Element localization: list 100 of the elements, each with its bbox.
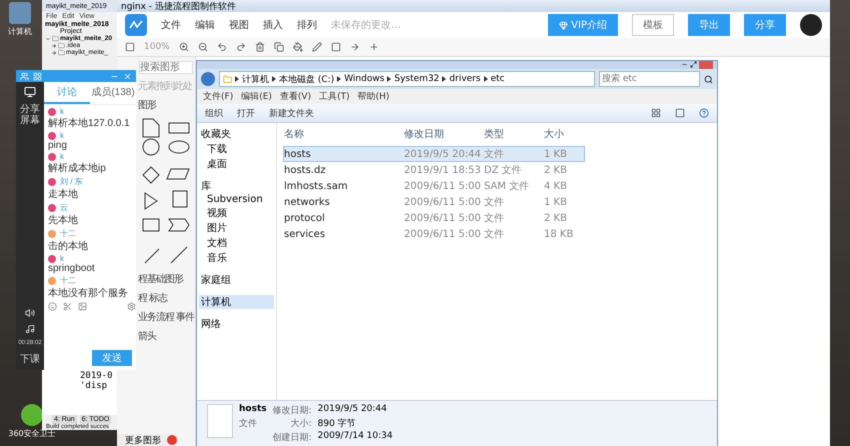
chevron-icon <box>337 76 342 82</box>
sender-name: 刘 / 东 <box>60 176 83 187</box>
table-cell-text: 2 KB <box>544 212 568 225</box>
square-icon <box>330 42 341 52</box>
file-row[interactable]: services 2009/6/11 5:00 文件 18 KB <box>283 226 585 242</box>
breadcrumb[interactable]: etc <box>490 74 505 84</box>
section-header[interactable]: 业务流程 事件 <box>138 310 194 324</box>
avatar-icon[interactable] <box>800 14 822 36</box>
breadcrumb[interactable]: 本地磁盘 (C:) <box>279 72 334 86</box>
menu-item[interactable]: 帮助(H) <box>358 90 390 103</box>
settings-icon <box>127 302 136 311</box>
console-line: 2019-0 <box>80 371 114 381</box>
table-cell-text: protocol <box>284 212 326 225</box>
menu-item[interactable]: 查看(V) <box>280 90 312 103</box>
zoom-in-icon <box>178 42 189 52</box>
toolbar-button[interactable]: 组织 <box>205 106 223 120</box>
menu-item[interactable]: 视图 <box>229 18 249 32</box>
file-row[interactable]: networks 2009/6/11 5:00 文件 1 KB <box>283 194 585 210</box>
page-icon <box>125 42 135 52</box>
chat-tab[interactable]: 成员(138) <box>90 82 136 104</box>
nav-item[interactable]: 视频 <box>199 206 274 220</box>
nav-item[interactable]: 下载 <box>199 142 274 156</box>
message-text: 本地没有那个服务 <box>48 288 128 299</box>
toolbar-button[interactable]: 打开 <box>237 106 255 120</box>
music-icon <box>25 324 35 334</box>
breadcrumb[interactable]: System32 <box>394 74 440 84</box>
message-text: ping <box>48 140 67 151</box>
menu-item[interactable]: 工具(T) <box>319 90 350 103</box>
nav-item[interactable]: 桌面 <box>199 157 274 171</box>
nav-item[interactable]: Subversion <box>199 194 274 205</box>
detail-value: 890 字节 <box>318 418 357 431</box>
chevron-icon[interactable] <box>51 42 57 48</box>
nav-item[interactable]: 文档 <box>199 236 274 250</box>
close-icon <box>123 72 132 80</box>
message-text: 走本地 <box>48 189 78 200</box>
detail-value: 2019/9/5 20:44 <box>318 404 388 416</box>
table-cell-text: 2009/6/11 5:00 <box>404 228 482 241</box>
desktop-icon-label[interactable]: 360安全卫士 <box>8 428 56 439</box>
column-header[interactable]: 名称 <box>284 127 404 141</box>
nav-item[interactable]: 音乐 <box>199 251 274 265</box>
speaker-icon <box>25 308 35 318</box>
search-field[interactable]: 搜索 etc <box>599 71 700 87</box>
breadcrumb[interactable]: 计算机 <box>242 72 269 86</box>
column-header[interactable]: 类型 <box>484 127 544 141</box>
chevron-icon <box>484 76 488 82</box>
chevron-icon[interactable] <box>45 36 51 42</box>
table-cell-text: DZ 文件 <box>484 164 523 177</box>
menu-item[interactable]: 插入 <box>263 18 283 32</box>
nav-item[interactable]: 图片 <box>199 221 274 235</box>
table-cell-text: 2009/6/11 5:00 <box>404 180 482 193</box>
toolbar-button[interactable]: 新建文件夹 <box>269 106 314 120</box>
trash-icon <box>254 42 265 52</box>
breadcrumb[interactable]: drivers <box>449 74 481 84</box>
shape-search-field[interactable]: 搜索图形 <box>139 61 193 74</box>
chevron-icon[interactable] <box>51 50 57 56</box>
console-line: 'disp <box>80 381 108 391</box>
back-button[interactable] <box>201 72 215 86</box>
menu-item[interactable]: 文件 <box>161 18 181 32</box>
breadcrumb[interactable]: Windows <box>344 74 384 84</box>
column-header[interactable]: 大小 <box>544 127 584 141</box>
emoji-icon <box>48 302 57 311</box>
nav-item[interactable]: 网络 <box>199 317 274 331</box>
table-cell-text: 文件 <box>484 212 505 225</box>
address-bar[interactable]: 计算机 本地磁盘 (C:) Windows System32 drivers etc <box>219 71 595 87</box>
chevron-icon <box>235 76 239 82</box>
minimize-icon <box>681 61 688 68</box>
table-cell-text: hosts.dz <box>284 164 327 177</box>
file-row[interactable]: hosts.dz 2019/9/1 18:53 DZ 文件 2 KB <box>283 162 585 178</box>
menu-item[interactable]: 编辑(E) <box>241 90 272 103</box>
leave-class-button[interactable]: 下课 <box>20 352 40 366</box>
pen-icon <box>312 42 322 52</box>
column-header[interactable]: 修改日期 <box>404 127 484 141</box>
nav-item[interactable]: 家庭组 <box>199 273 274 287</box>
share-screen-label[interactable]: 分享屏幕 <box>20 104 40 126</box>
detail-value: 2009/7/14 10:34 <box>318 430 393 443</box>
nav-item[interactable]: 收藏夹 <box>199 127 274 141</box>
section-header[interactable]: 程基础图形 <box>138 272 183 286</box>
menu-item[interactable]: 编辑 <box>195 18 215 32</box>
section-header[interactable]: 图形 <box>138 98 156 112</box>
file-row[interactable]: hosts 2019/9/5 20:44 文件 1 KB <box>283 146 585 162</box>
plus-icon <box>368 42 379 52</box>
detail-label: 创建日期: <box>272 432 312 444</box>
nav-item[interactable]: 计算机 <box>199 295 274 309</box>
grid-icon <box>33 72 42 80</box>
menu-item[interactable]: 文件(F) <box>203 90 234 103</box>
sender-name: k <box>60 107 64 116</box>
toolbar-button[interactable]: 模板 <box>632 14 674 36</box>
section-header[interactable]: 箭头 <box>138 329 156 343</box>
sender-name: k <box>60 254 64 263</box>
message-text: 解析本地127.0.0.1 <box>48 118 130 129</box>
menu-item[interactable]: 排列 <box>297 18 317 32</box>
detail-label: 大小: <box>290 418 312 431</box>
table-cell-text: 1 KB <box>544 148 568 161</box>
table-cell-text: 2009/6/11 5:00 <box>404 212 482 225</box>
nav-item[interactable]: 库 <box>199 179 274 193</box>
table-cell-text: lmhosts.sam <box>284 180 349 193</box>
section-header[interactable]: 程 标志 <box>138 291 168 305</box>
file-row[interactable]: protocol 2009/6/11 5:00 文件 2 KB <box>283 210 585 226</box>
file-row[interactable]: lmhosts.sam 2009/6/11 5:00 SAM 文件 4 KB <box>283 178 585 194</box>
desktop-icon-label[interactable]: 计算机 <box>8 26 32 37</box>
